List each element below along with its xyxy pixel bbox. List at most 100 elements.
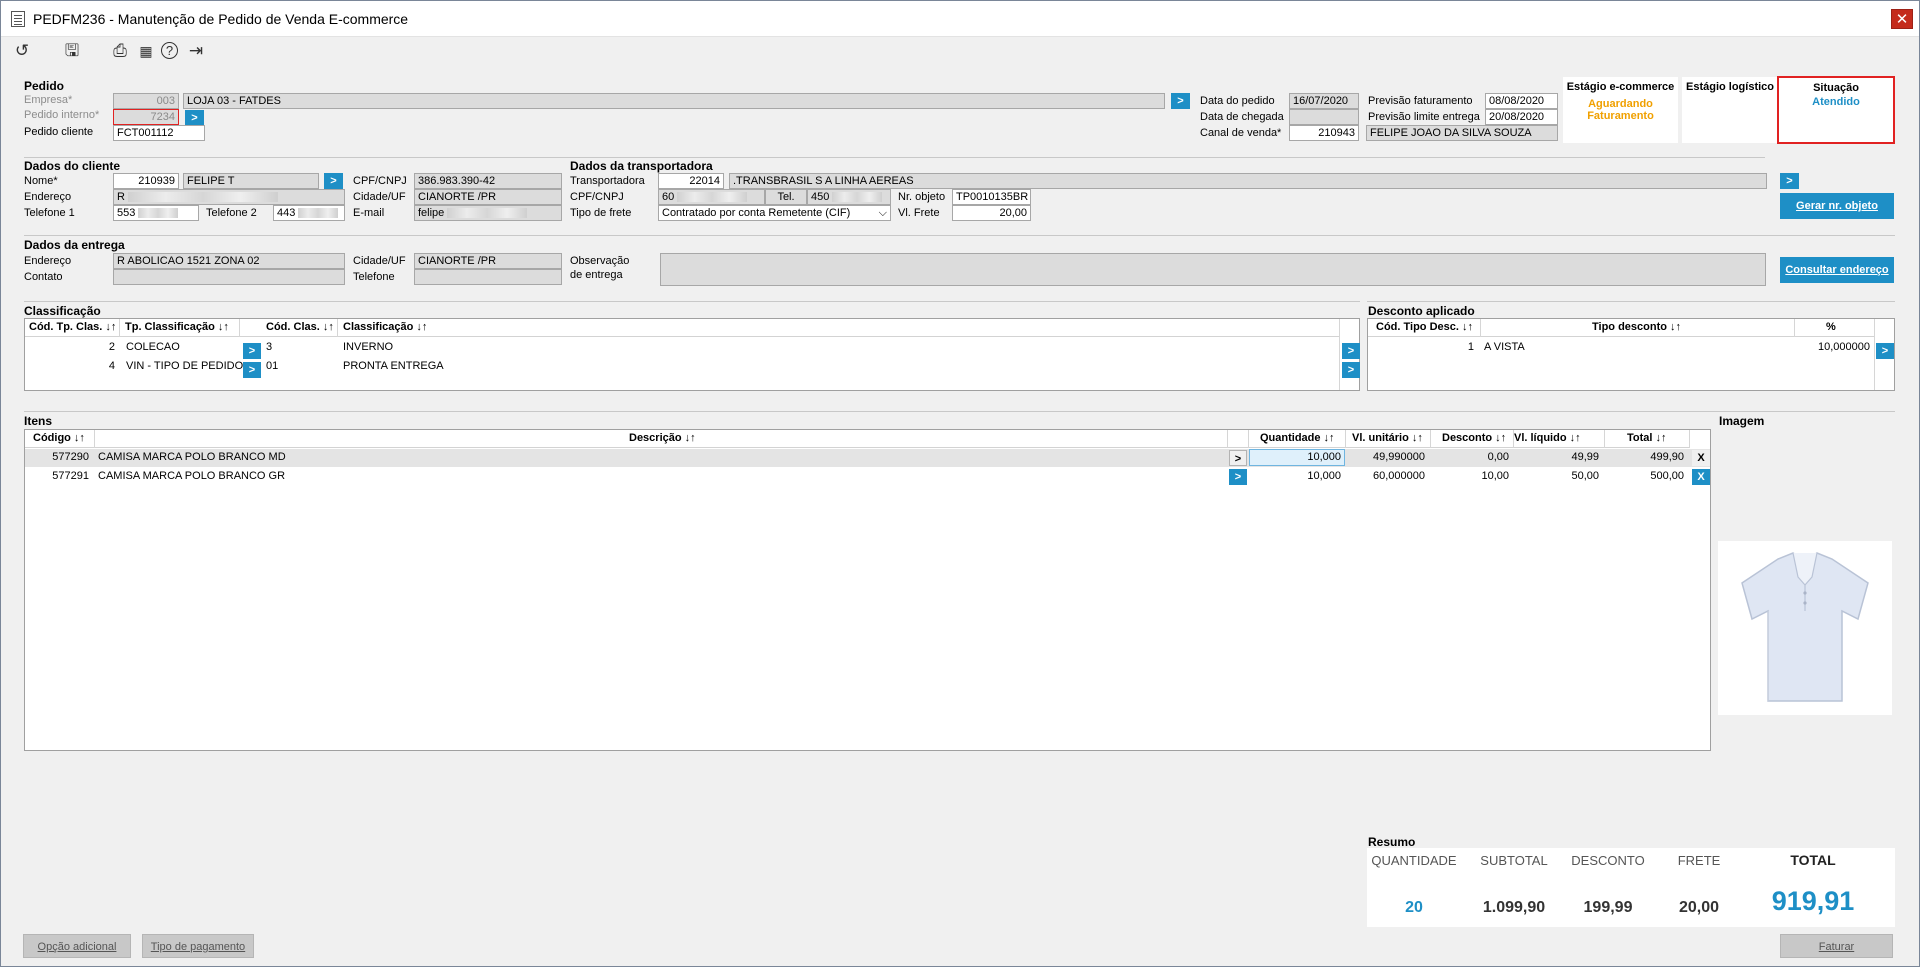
header-percent[interactable]: % xyxy=(1826,319,1836,337)
undo-icon[interactable]: ↺ xyxy=(11,41,33,61)
pedido-interno-field[interactable]: 7234 xyxy=(113,109,179,125)
close-button[interactable]: ✕ xyxy=(1891,9,1913,29)
faturar-button[interactable]: Faturar xyxy=(1780,934,1893,958)
header-desconto[interactable]: Desconto ↓↑ xyxy=(1442,430,1506,448)
cliente-telefone2-label: Telefone 2 xyxy=(206,207,257,219)
transportadora-label: Transportadora xyxy=(570,175,645,187)
row-action-button[interactable]: > xyxy=(1876,343,1894,359)
column-divider xyxy=(1430,430,1431,448)
column-divider xyxy=(1604,430,1605,448)
column-divider xyxy=(1689,430,1690,448)
cell-cod-tipo-desc: 1 xyxy=(1467,341,1474,353)
cliente-telefone2-field[interactable]: 443 xyxy=(273,205,345,221)
cell-quantidade[interactable]: 10,000 xyxy=(1249,470,1345,482)
column-divider xyxy=(119,319,120,337)
column-divider xyxy=(1345,430,1346,448)
gerar-nr-objeto-button[interactable]: Gerar nr. objeto xyxy=(1780,193,1894,219)
cliente-endereco-label: Endereço xyxy=(24,191,72,203)
entrega-contato-field xyxy=(113,269,345,285)
tipo-frete-select[interactable]: Contratado por conta Remetente (CIF) ⌵ xyxy=(658,205,891,221)
nr-objeto-field[interactable]: TP0010135BR xyxy=(952,189,1031,205)
divider xyxy=(1367,301,1895,302)
transportadora-tel-label: Tel. xyxy=(765,189,807,205)
pedido-interno-label: Pedido interno* xyxy=(24,109,100,121)
header-tp-classificacao[interactable]: Tp. Classificação ↓↑ xyxy=(125,319,229,337)
row-action-button[interactable]: > xyxy=(243,343,261,359)
empresa-lookup-button[interactable]: > xyxy=(1171,93,1190,109)
table-row[interactable]: 577291 CAMISA MARCA POLO BRANCO GR > 10,… xyxy=(25,468,1710,486)
resumo-subtotal-value: 1.099,90 xyxy=(1482,899,1546,916)
divider xyxy=(24,301,1360,302)
cell-vl-liquido: 50,00 xyxy=(1571,470,1599,482)
opcao-adicional-button[interactable]: Opção adicional xyxy=(23,934,131,958)
cliente-title: Dados do cliente xyxy=(24,159,121,173)
header-classificacao[interactable]: Classificação ↓↑ xyxy=(343,319,427,337)
cell-codigo: 577290 xyxy=(52,451,89,463)
cliente-telefone1-field[interactable]: 553 xyxy=(113,205,199,221)
pedido-cliente-field[interactable]: FCT001112 xyxy=(113,125,205,141)
data-chegada-label: Data de chegada xyxy=(1200,111,1284,123)
obs-entrega-field xyxy=(660,253,1766,286)
exit-icon[interactable]: ⇥ xyxy=(185,41,207,61)
transportadora-code-field[interactable]: 22014 xyxy=(658,173,724,189)
row-action-button[interactable]: > xyxy=(1229,469,1247,485)
entrega-title: Dados da entrega xyxy=(24,238,125,252)
remove-item-button[interactable]: X xyxy=(1692,469,1710,485)
pedido-title: Pedido xyxy=(24,79,65,93)
table-row[interactable]: 577290 CAMISA MARCA POLO BRANCO MD > 10,… xyxy=(25,449,1710,467)
classificacao-title: Classificação xyxy=(24,304,101,318)
cliente-cpf-field: 386.983.390-42 xyxy=(414,173,562,189)
header-tipo-desconto[interactable]: Tipo desconto ↓↑ xyxy=(1592,319,1681,337)
title-bar: PEDFM236 - Manutenção de Pedido de Venda… xyxy=(1,1,1919,37)
tipo-pagamento-button[interactable]: Tipo de pagamento xyxy=(142,934,254,958)
previsao-limite-field[interactable]: 20/08/2020 xyxy=(1485,109,1558,125)
obs-entrega-label-line2: de entrega xyxy=(570,269,623,281)
header-total[interactable]: Total ↓↑ xyxy=(1627,430,1667,448)
previsao-faturamento-label: Previsão faturamento xyxy=(1368,95,1473,107)
vl-frete-field[interactable]: 20,00 xyxy=(952,205,1031,221)
resumo-quantidade-label: QUANTIDADE xyxy=(1371,853,1457,868)
divider xyxy=(24,235,1895,236)
canal-venda-code-field[interactable]: 210943 xyxy=(1289,125,1359,141)
cell-quantidade[interactable]: 10,000 xyxy=(1249,449,1345,466)
resumo-total-value: 919,91 xyxy=(1771,886,1855,916)
app-icon xyxy=(11,11,25,27)
row-action-button[interactable]: > xyxy=(243,362,261,378)
header-cod-tipo-desc[interactable]: Cód. Tipo Desc. ↓↑ xyxy=(1376,319,1473,337)
previsao-faturamento-field[interactable]: 08/08/2020 xyxy=(1485,93,1558,109)
tipo-frete-label: Tipo de frete xyxy=(570,207,632,219)
cell-cod-clas: 01 xyxy=(266,360,279,372)
header-vl-unitario[interactable]: Vl. unitário ↓↑ xyxy=(1352,430,1423,448)
header-codigo[interactable]: Código ↓↑ xyxy=(33,430,85,448)
empresa-label: Empresa* xyxy=(24,94,73,106)
cliente-lookup-button[interactable]: > xyxy=(324,173,343,189)
cliente-endereco-field: R xyxy=(113,189,345,205)
print-icon[interactable]: ⎙ xyxy=(109,41,131,61)
pedido-interno-lookup-button[interactable]: > xyxy=(185,110,204,126)
consultar-endereco-button[interactable]: Consultar endereço xyxy=(1780,257,1894,283)
help-icon[interactable]: ? xyxy=(161,42,178,59)
header-descricao[interactable]: Descrição ↓↑ xyxy=(629,430,696,448)
situacao-panel: Situação Atendido xyxy=(1777,76,1895,144)
save-icon[interactable]: 🖫 xyxy=(61,41,83,61)
column-divider xyxy=(1513,430,1514,448)
row-action-button[interactable]: > xyxy=(1342,343,1360,359)
estagio-logistico-label: Estágio logístico xyxy=(1685,81,1774,93)
entrega-telefone-label: Telefone xyxy=(353,271,395,283)
cell-descricao: CAMISA MARCA POLO BRANCO MD xyxy=(98,451,286,463)
empresa-code-field[interactable]: 003 xyxy=(113,93,179,109)
header-cod-tp-clas[interactable]: Cód. Tp. Clas. ↓↑ xyxy=(29,319,116,337)
resumo-title: Resumo xyxy=(1368,835,1416,849)
row-action-button[interactable]: > xyxy=(1229,450,1247,466)
row-action-button[interactable]: > xyxy=(1342,362,1360,378)
nr-objeto-label: Nr. objeto xyxy=(898,191,946,203)
entrega-telefone-field xyxy=(414,269,562,285)
cliente-code-field[interactable]: 210939 xyxy=(113,173,179,189)
column-divider xyxy=(1227,430,1228,448)
header-cod-clas[interactable]: Cód. Clas. ↓↑ xyxy=(266,319,334,337)
header-quantidade[interactable]: Quantidade ↓↑ xyxy=(1260,430,1335,448)
remove-item-button[interactable]: X xyxy=(1692,450,1710,466)
header-vl-liquido[interactable]: Vl. líquido ↓↑ xyxy=(1514,430,1581,448)
transportadora-lookup-button[interactable]: > xyxy=(1780,173,1799,189)
calendar-icon[interactable]: ▦ xyxy=(135,41,157,61)
